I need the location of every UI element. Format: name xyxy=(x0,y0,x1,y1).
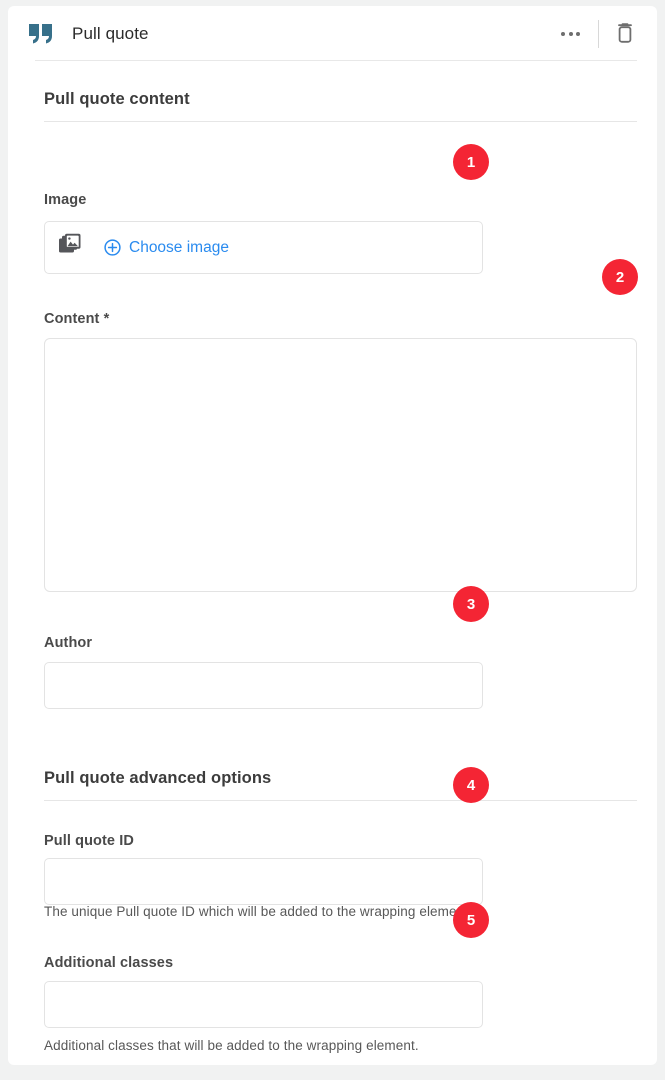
field-pull-quote-id: Pull quote ID xyxy=(44,833,134,849)
annotation-badge-3: 3 xyxy=(453,586,489,622)
choose-image-link[interactable]: Choose image xyxy=(104,239,229,257)
section-divider xyxy=(44,121,637,122)
images-stack-icon xyxy=(58,233,84,262)
field-additional-classes: Additional classes xyxy=(44,955,173,971)
ellipsis-icon-dot xyxy=(568,31,573,36)
page-title: Pull quote xyxy=(72,23,149,43)
content-textarea[interactable] xyxy=(44,338,637,592)
annotation-badge-2: 2 xyxy=(602,259,638,295)
header-divider xyxy=(598,19,599,48)
delete-block-button[interactable] xyxy=(613,20,637,48)
header-actions xyxy=(553,6,637,61)
author-field-label: Author xyxy=(44,635,93,651)
additional-classes-help-text: Additional classes that will be added to… xyxy=(44,1038,419,1053)
additional-classes-input[interactable] xyxy=(44,981,483,1028)
section-pull-quote-advanced-options: Pull quote advanced options xyxy=(44,769,637,801)
image-field-label: Image xyxy=(44,192,87,208)
choose-image-field[interactable]: Choose image xyxy=(44,221,483,274)
pull-quote-block-card: Pull quote Pull quote content Image Choo… xyxy=(8,6,657,1065)
annotation-badge-5: 5 xyxy=(453,902,489,938)
field-author: Author xyxy=(44,635,92,651)
annotation-badge-1: 1 xyxy=(453,144,489,180)
choose-image-label: Choose image xyxy=(129,238,229,256)
section-title: Pull quote content xyxy=(44,90,190,108)
pull-quote-id-input[interactable] xyxy=(44,858,483,905)
ellipsis-icon-dot xyxy=(576,31,580,36)
pull-quote-icon xyxy=(28,22,54,46)
field-image: Image xyxy=(44,192,86,208)
field-content: Content * xyxy=(44,311,109,327)
section-pull-quote-content: Pull quote content xyxy=(44,90,637,122)
block-header: Pull quote xyxy=(8,6,657,61)
more-options-button[interactable] xyxy=(553,26,588,42)
section-divider xyxy=(44,800,637,801)
header-rule xyxy=(35,60,637,61)
annotation-badge-4: 4 xyxy=(453,767,489,803)
trash-icon xyxy=(618,22,632,43)
ellipsis-icon-dot xyxy=(561,31,565,36)
pull-quote-id-help-text: The unique Pull quote ID which will be a… xyxy=(44,904,472,919)
content-field-label: Content * xyxy=(44,311,110,327)
pull-quote-id-label: Pull quote ID xyxy=(44,833,134,849)
author-input[interactable] xyxy=(44,662,483,709)
additional-classes-label: Additional classes xyxy=(44,955,174,971)
section-title: Pull quote advanced options xyxy=(44,769,272,787)
plus-circle-icon xyxy=(104,239,121,256)
